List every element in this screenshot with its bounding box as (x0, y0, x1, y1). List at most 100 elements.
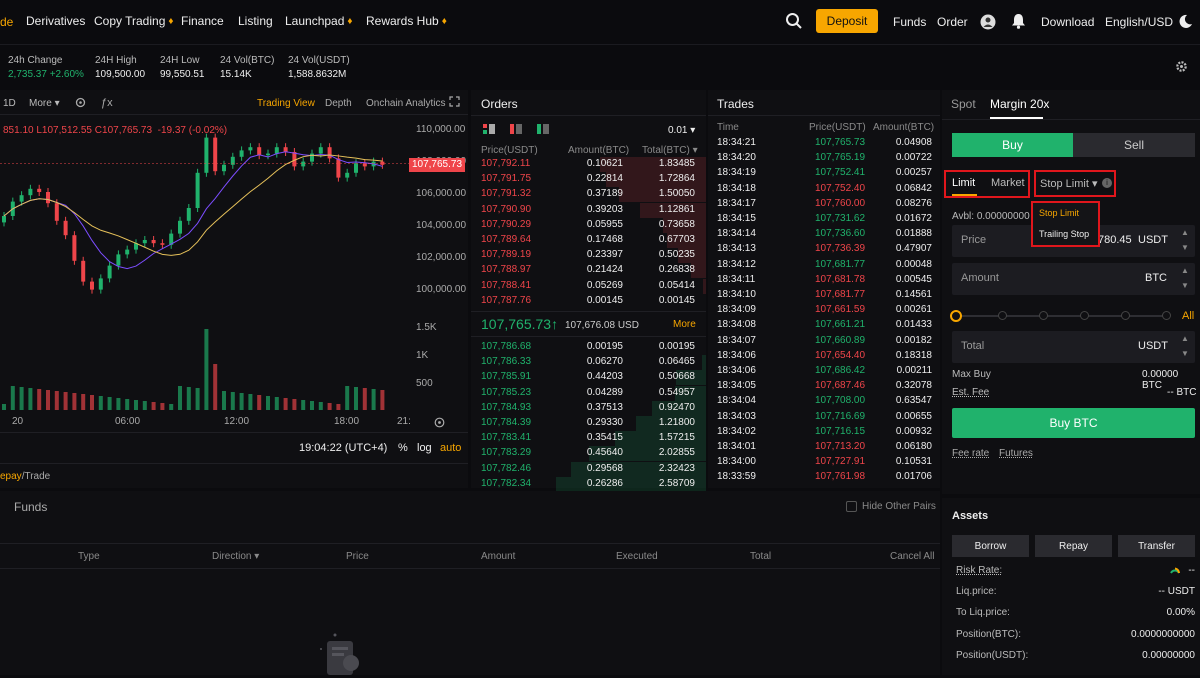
candle-body (98, 278, 103, 290)
slider-step-dot[interactable] (1162, 311, 1171, 320)
language-selector[interactable]: English/USD (1105, 15, 1173, 29)
slider-step-dot[interactable] (1080, 311, 1089, 320)
notification-bell-icon[interactable] (1011, 13, 1026, 32)
price-stepper-down[interactable]: ▼ (1181, 243, 1189, 252)
ask-row[interactable]: 107,789.64 0.17468 0.67703 (471, 233, 706, 248)
tab-spot[interactable]: Spot (951, 97, 976, 111)
user-avatar-icon[interactable] (980, 14, 996, 33)
tab-onchain-analytics[interactable]: Onchain Analytics (366, 98, 446, 109)
indicator-icon[interactable] (75, 97, 86, 111)
amount-slider-handle[interactable] (950, 310, 962, 322)
total-stepper-up[interactable]: ▲ (1181, 334, 1189, 343)
volume-bar (222, 391, 226, 410)
order-type-stop-limit-dropdown[interactable]: Stop Limit ▾ (1040, 177, 1098, 190)
ask-row[interactable]: 107,789.19 0.23397 0.50235 (471, 248, 706, 264)
margin-repay-subnav[interactable]: epay/Trade (0, 471, 50, 482)
sell-side-button[interactable]: Sell (1073, 133, 1195, 157)
borrow-button[interactable]: Borrow (952, 535, 1029, 557)
slider-step-dot[interactable] (998, 311, 1007, 320)
price-value[interactable]: 780.45 (1098, 234, 1132, 246)
percent-toggle[interactable]: % (398, 442, 408, 454)
ask-row[interactable]: 107,792.11 0.10621 1.83485 (471, 157, 706, 172)
est-fee-label[interactable]: Est. Fee (952, 387, 989, 398)
interval-1d[interactable]: 1D (3, 98, 16, 109)
dropdown-stop-limit[interactable]: Stop Limit (1039, 208, 1079, 218)
log-toggle[interactable]: log (417, 442, 432, 454)
deposit-button[interactable]: Deposit (816, 9, 878, 33)
buy-side-button[interactable]: Buy (952, 133, 1073, 157)
search-icon[interactable] (785, 12, 803, 33)
order-menu[interactable]: Order (937, 15, 968, 29)
futures-link[interactable]: Futures (999, 448, 1033, 459)
nav-item-finance[interactable]: Finance (181, 14, 224, 28)
auto-toggle[interactable]: auto (440, 442, 461, 454)
bid-row[interactable]: 107,786.68 0.00195 0.00195 (471, 340, 706, 355)
total-stepper-down[interactable]: ▼ (1181, 349, 1189, 358)
candle-body (257, 147, 262, 156)
more-intervals-dropdown[interactable]: More ▾ (29, 98, 60, 109)
bid-row[interactable]: 107,785.91 0.44203 0.50668 (471, 370, 706, 386)
ask-row[interactable]: 107,791.75 0.22814 1.72864 (471, 172, 706, 188)
nav-item-derivatives[interactable]: Derivatives (26, 14, 85, 28)
drawing-tool-icon[interactable]: ƒx (101, 97, 113, 109)
view-asks-icon[interactable] (510, 124, 522, 137)
bid-row[interactable]: 107,782.34 0.26286 2.58709 (471, 476, 706, 492)
bid-row[interactable]: 107,786.33 0.06270 0.06465 (471, 355, 706, 371)
view-bids-icon[interactable] (537, 124, 549, 137)
time-tick: 21: (397, 416, 411, 427)
bid-row[interactable]: 107,785.23 0.04289 0.54957 (471, 385, 706, 401)
tab-funds[interactable]: Funds (14, 500, 47, 514)
ask-row[interactable]: 107,790.29 0.05955 0.73658 (471, 217, 706, 233)
slider-all[interactable]: All (1182, 310, 1194, 322)
bid-row[interactable]: 107,784.93 0.37513 0.92470 (471, 400, 706, 416)
fullscreen-icon[interactable] (449, 96, 460, 110)
col-total[interactable]: Total(BTC) ▾ (642, 145, 698, 156)
dropdown-trailing-stop[interactable]: Trailing Stop (1039, 229, 1089, 239)
time-settings-icon[interactable] (434, 417, 445, 431)
download-link[interactable]: Download (1041, 15, 1094, 29)
bid-row[interactable]: 107,783.29 0.45640 2.02855 (471, 446, 706, 462)
ask-row[interactable]: 107,788.97 0.21424 0.26838 (471, 263, 706, 279)
transfer-button[interactable]: Transfer (1118, 535, 1195, 557)
repay-button[interactable]: Repay (1035, 535, 1112, 557)
nav-item-launchpad[interactable]: Launchpad ♦ (285, 14, 353, 28)
ask-row[interactable]: 107,791.32 0.37189 1.50050 (471, 187, 706, 203)
funds-menu[interactable]: Funds (893, 15, 926, 29)
view-both-icon[interactable] (483, 124, 495, 137)
slider-step-dot[interactable] (1039, 311, 1048, 320)
nav-item-rewards-hub[interactable]: Rewards Hub ♦ (366, 14, 447, 28)
amount-field[interactable]: Amount BTC ▲ ▼ (952, 263, 1195, 295)
amount-stepper-up[interactable]: ▲ (1181, 266, 1189, 275)
info-icon[interactable]: i (1102, 178, 1112, 188)
hide-other-pairs-checkbox[interactable] (846, 501, 857, 512)
logo-fragment[interactable]: de (0, 15, 13, 29)
buy-btc-button[interactable]: Buy BTC (952, 408, 1195, 438)
orderbook-more-link[interactable]: More (673, 319, 696, 330)
candlestick-chart[interactable] (0, 116, 468, 436)
nav-item-listing[interactable]: Listing (238, 14, 273, 28)
ask-row[interactable]: 107,790.90 0.39203 1.12861 (471, 202, 706, 218)
ask-row[interactable]: 107,788.41 0.05269 0.05414 (471, 278, 706, 294)
precision-dropdown[interactable]: 0.01 ▾ (668, 125, 695, 136)
order-type-market[interactable]: Market (991, 177, 1025, 189)
col-direction[interactable]: Direction ▾ (212, 551, 259, 562)
fee-rate-link[interactable]: Fee rate (952, 448, 989, 459)
tab-depth[interactable]: Depth (325, 98, 352, 109)
ask-row[interactable]: 107,787.76 0.00145 0.00145 (471, 294, 706, 309)
settings-gear-icon[interactable] (1175, 60, 1188, 76)
bid-row[interactable]: 107,782.46 0.29568 2.32423 (471, 461, 706, 477)
cancel-all-button[interactable]: Cancel All (890, 551, 934, 562)
total-field[interactable]: Total USDT ▲ ▼ (952, 331, 1195, 363)
amount-stepper-down[interactable]: ▼ (1181, 281, 1189, 290)
order-type-limit[interactable]: Limit (952, 177, 975, 189)
dark-mode-icon[interactable] (1178, 14, 1193, 32)
tab-margin[interactable]: Margin 20x (990, 97, 1049, 111)
amount-slider-track[interactable] (957, 315, 1163, 317)
slider-step-dot[interactable] (1121, 311, 1130, 320)
nav-item-copy-trading[interactable]: Copy Trading ♦ (94, 14, 173, 28)
bid-row[interactable]: 107,783.41 0.35415 1.57215 (471, 431, 706, 447)
volume-bar (178, 386, 182, 410)
tab-trading-view[interactable]: Trading View (257, 98, 315, 109)
bid-row[interactable]: 107,784.39 0.29330 1.21800 (471, 416, 706, 431)
price-stepper-up[interactable]: ▲ (1181, 228, 1189, 237)
